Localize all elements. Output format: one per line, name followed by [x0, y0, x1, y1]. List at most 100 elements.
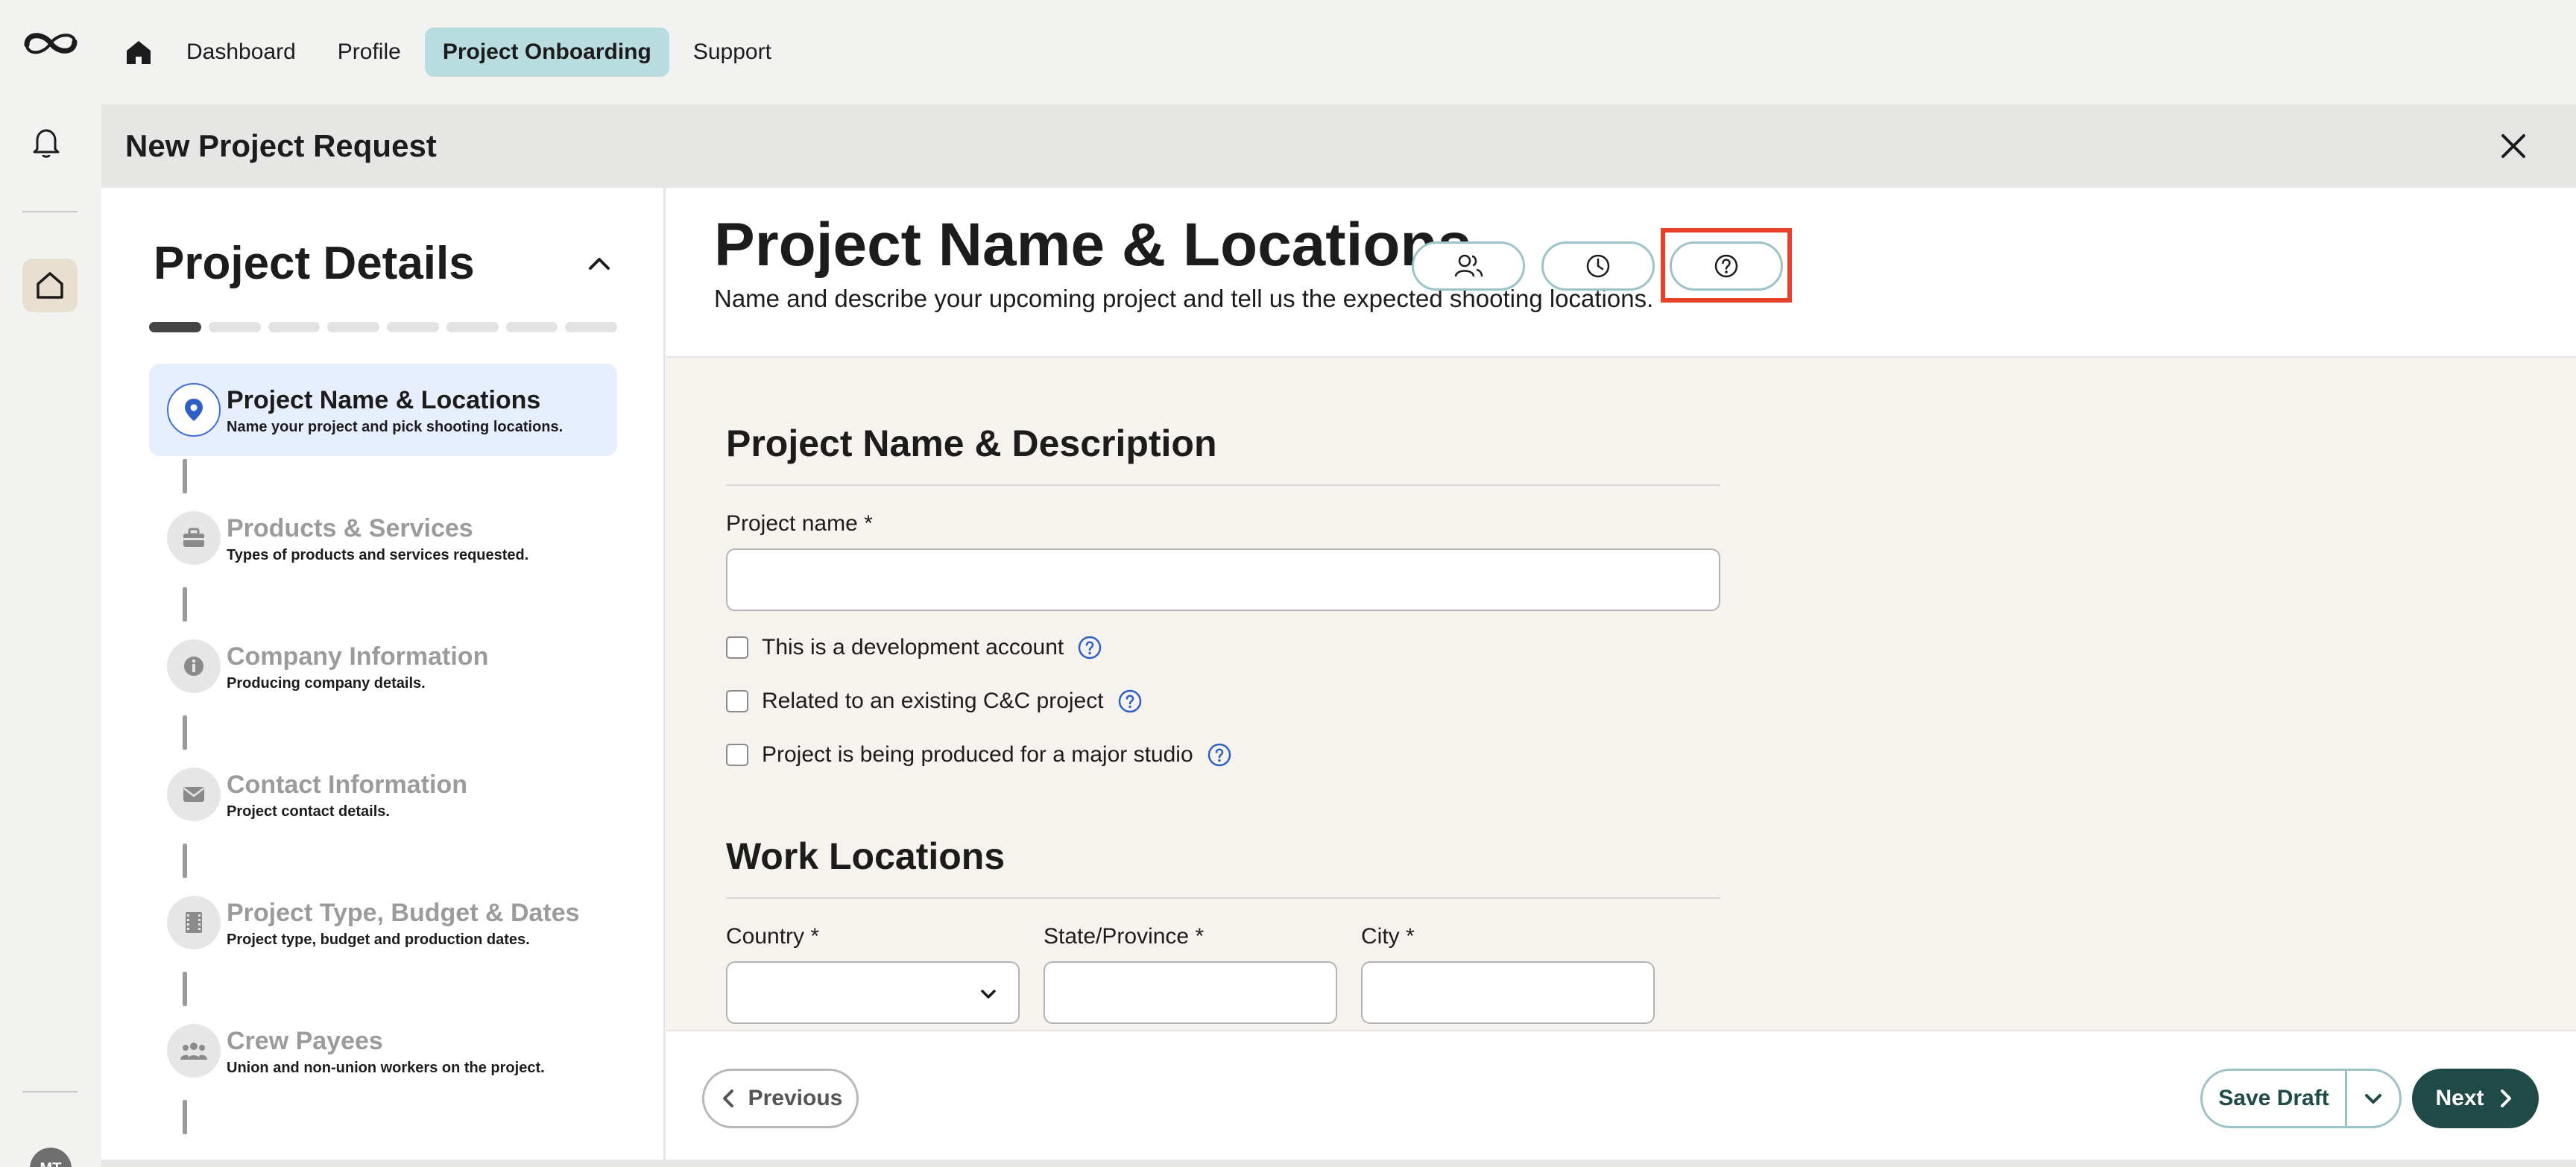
progress-segment: [565, 322, 617, 332]
form-body: Project Name & Description Project name …: [666, 358, 2576, 1030]
step-connector: [183, 1100, 187, 1134]
city-label: City *: [1361, 924, 1415, 949]
step-connector: [183, 972, 187, 1006]
steps-heading: Project Details: [154, 238, 475, 289]
step-subtitle: Project type, budget and production date…: [227, 932, 530, 948]
save-draft-button[interactable]: Save Draft: [2203, 1071, 2347, 1126]
project-name-label: Project name *: [726, 511, 873, 536]
section-divider: [726, 484, 1720, 486]
close-icon[interactable]: [2497, 130, 2530, 162]
modal-title: New Project Request: [125, 128, 437, 163]
save-options-dropdown[interactable]: [2347, 1071, 2399, 1126]
history-button[interactable]: [1541, 241, 1655, 291]
progress-segment: [327, 322, 379, 332]
progress-segment: [149, 322, 201, 332]
step-connector: [183, 844, 187, 878]
people-icon: [167, 1024, 221, 1078]
step-title: Company Information: [227, 642, 489, 671]
app-logo[interactable]: [21, 22, 80, 64]
project-name-input[interactable]: [726, 548, 1720, 611]
existing-project-label: Related to an existing C&C project: [762, 689, 1104, 713]
page-title: Project Name & Locations: [714, 211, 1472, 279]
existing-project-checkbox[interactable]: [726, 690, 748, 712]
development-account-label: This is a development account: [762, 635, 1064, 660]
chevron-down-icon: [981, 990, 996, 999]
user-avatar[interactable]: MT: [30, 1148, 72, 1167]
collaborators-button[interactable]: [1412, 241, 1525, 291]
section-title-name-description: Project Name & Description: [726, 423, 1217, 464]
toolbox-icon: [167, 511, 221, 565]
envelope-icon: [167, 768, 221, 821]
step-subtitle: Union and non-union workers on the proje…: [227, 1060, 545, 1076]
chevron-left-icon: [722, 1089, 733, 1107]
step-crew-payees[interactable]: Crew Payees Union and non-union workers …: [149, 1005, 617, 1097]
step-connector: [183, 715, 187, 750]
previous-label: Previous: [748, 1086, 843, 1110]
previous-button[interactable]: Previous: [702, 1069, 859, 1128]
clock-icon: [1586, 254, 1610, 278]
step-connector: [183, 587, 187, 622]
existing-project-row: Related to an existing C&C project: [726, 689, 1143, 714]
main-header: Project Name & Locations Name and descri…: [666, 188, 2576, 358]
nav-project-onboarding[interactable]: Project Onboarding: [424, 28, 669, 77]
location-pin-icon: [167, 383, 221, 437]
left-rail: MT: [0, 0, 101, 1167]
home-outline-icon: [37, 272, 63, 299]
progress-segment: [208, 322, 261, 332]
major-studio-row: Project is being produced for a major st…: [726, 742, 1232, 768]
help-circle-icon[interactable]: [1117, 689, 1143, 714]
step-subtitle: Project contact details.: [227, 803, 390, 820]
major-studio-checkbox[interactable]: [726, 744, 748, 766]
city-input[interactable]: [1361, 961, 1655, 1024]
state-label: State/Province *: [1044, 924, 1205, 949]
help-circle-icon[interactable]: [1207, 742, 1232, 768]
bottom-strip: [101, 1160, 2576, 1167]
next-label: Next: [2435, 1086, 2484, 1110]
next-button[interactable]: Next: [2412, 1069, 2539, 1128]
nav-profile[interactable]: Profile: [320, 28, 419, 77]
home-icon[interactable]: [116, 30, 161, 75]
section-divider: [726, 897, 1720, 899]
modal-header: New Project Request: [101, 104, 2576, 188]
step-products-services[interactable]: Products & Services Types of products an…: [149, 492, 617, 584]
top-navigation: Dashboard Profile Project Onboarding Sup…: [101, 0, 2576, 104]
country-label: Country *: [726, 924, 820, 949]
step-company-information[interactable]: Company Information Producing company de…: [149, 620, 617, 712]
form-footer: Previous Save Draft Next: [666, 1030, 2576, 1167]
steps-panel: Project Details Project Name & Locations…: [101, 188, 665, 1167]
step-connector: [183, 459, 187, 493]
country-select[interactable]: [726, 961, 1020, 1024]
rail-divider: [22, 211, 78, 212]
state-input[interactable]: [1044, 961, 1337, 1024]
step-title: Products & Services: [227, 514, 473, 543]
chevron-right-icon: [2500, 1089, 2511, 1107]
info-icon: [167, 639, 221, 693]
chevron-down-icon: [2365, 1094, 2381, 1104]
progress-segment: [387, 322, 439, 332]
step-subtitle: Producing company details.: [227, 675, 426, 692]
step-subtitle: Name your project and pick shooting loca…: [227, 419, 564, 435]
page-description: Name and describe your upcoming project …: [714, 285, 1654, 312]
section-title-work-locations: Work Locations: [726, 835, 1006, 877]
step-project-name-locations[interactable]: Project Name & Locations Name your proje…: [149, 364, 617, 456]
help-circle-icon[interactable]: [1077, 635, 1102, 660]
progress-segment: [268, 322, 321, 332]
step-title: Crew Payees: [227, 1027, 383, 1055]
nav-support[interactable]: Support: [675, 28, 789, 77]
chevron-up-icon[interactable]: [583, 247, 616, 280]
step-subtitle: Types of products and services requested…: [227, 547, 529, 563]
progress-segment: [446, 322, 499, 332]
step-title: Project Name & Locations: [227, 386, 541, 414]
nav-dashboard[interactable]: Dashboard: [168, 28, 314, 77]
bell-icon[interactable]: [30, 124, 63, 159]
progress-segment: [505, 322, 558, 332]
film-icon: [167, 896, 221, 949]
step-title: Contact Information: [227, 771, 467, 799]
steps-progress-bar: [149, 322, 617, 332]
step-project-type-budget-dates[interactable]: Project Type, Budget & Dates Project typ…: [149, 876, 617, 969]
rail-home-button[interactable]: [22, 259, 78, 312]
users-icon: [1454, 254, 1483, 277]
development-account-checkbox[interactable]: [726, 636, 748, 659]
step-contact-information[interactable]: Contact Information Project contact deta…: [149, 748, 617, 841]
save-draft-group: Save Draft: [2200, 1069, 2402, 1128]
